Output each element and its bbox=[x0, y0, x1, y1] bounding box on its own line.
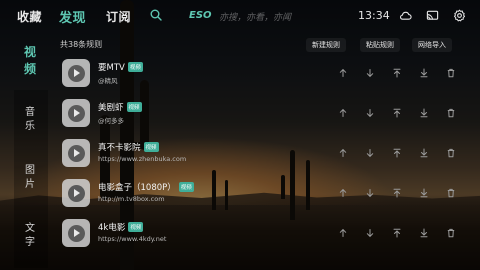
arrow-down-icon[interactable] bbox=[365, 148, 375, 158]
arrow-down-icon[interactable] bbox=[365, 68, 375, 78]
search-input[interactable]: 亦搜，亦看，亦闻 bbox=[219, 10, 291, 23]
rule-row[interactable]: 4k电影 视频 https://www.4kdy.net bbox=[60, 215, 470, 253]
rule-name[interactable]: 美剧虾 视频 bbox=[98, 101, 142, 113]
rule-thumbnail[interactable] bbox=[62, 59, 90, 87]
category-video-char-1: 视 bbox=[23, 45, 36, 59]
rule-type-badge: 视频 bbox=[128, 222, 144, 232]
category-image-char-1: 图 bbox=[25, 165, 35, 176]
rule-thumbnail[interactable] bbox=[62, 219, 90, 247]
category-image-char-2: 片 bbox=[25, 179, 35, 190]
paste-rule-button[interactable]: 粘贴规则 bbox=[360, 38, 400, 52]
rule-source: @何多多 bbox=[98, 117, 124, 125]
rule-source: @精风 bbox=[98, 77, 118, 85]
tab-subscribe[interactable]: 订阅 bbox=[106, 8, 131, 25]
import-rule-button[interactable]: 网络导入 bbox=[412, 38, 452, 52]
cloud-icon[interactable] bbox=[399, 9, 412, 22]
rule-name-text: 要MTV bbox=[98, 63, 125, 73]
rule-type-badge: 视频 bbox=[127, 62, 143, 72]
rule-type-badge: 视频 bbox=[126, 102, 142, 112]
rule-name[interactable]: 电影盒子（1080P） 视频 bbox=[98, 181, 194, 193]
rule-row[interactable]: 真不卡影院 视频 https://www.zhenbuka.com bbox=[60, 135, 470, 173]
move-to-top-icon[interactable] bbox=[392, 68, 402, 78]
gear-icon[interactable] bbox=[453, 9, 466, 22]
rule-count: 共38条规则 bbox=[60, 40, 103, 49]
trash-icon[interactable] bbox=[446, 108, 456, 118]
move-to-top-icon[interactable] bbox=[392, 228, 402, 238]
rule-thumbnail[interactable] bbox=[62, 139, 90, 167]
rule-thumbnail[interactable] bbox=[62, 179, 90, 207]
trash-icon[interactable] bbox=[446, 188, 456, 198]
rule-source: http://m.tv8box.com bbox=[98, 195, 165, 203]
category-video[interactable]: 视 频 bbox=[12, 44, 48, 78]
top-bar: 收藏 发现 订阅 ESO 亦搜，亦看，亦闻 13:34 bbox=[0, 0, 480, 32]
rule-name-text: 4k电影 bbox=[98, 223, 126, 233]
rule-thumbnail[interactable] bbox=[62, 99, 90, 127]
tab-discover[interactable]: 发现 bbox=[59, 7, 86, 26]
category-video-char-2: 频 bbox=[23, 62, 36, 76]
category-image[interactable]: 图 片 bbox=[12, 164, 48, 192]
trash-icon[interactable] bbox=[446, 148, 456, 158]
arrow-down-icon[interactable] bbox=[365, 188, 375, 198]
rule-row[interactable]: 电影盒子（1080P） 视频 http://m.tv8box.com bbox=[60, 175, 470, 213]
move-to-top-icon[interactable] bbox=[392, 108, 402, 118]
move-to-top-icon[interactable] bbox=[392, 188, 402, 198]
rule-row[interactable]: 美剧虾 视频 @何多多 bbox=[60, 95, 470, 133]
category-music[interactable]: 音 乐 bbox=[12, 106, 48, 134]
search-icon[interactable] bbox=[150, 9, 162, 21]
move-to-bottom-icon[interactable] bbox=[419, 148, 429, 158]
rule-name[interactable]: 4k电影 视频 bbox=[98, 221, 144, 233]
trash-icon[interactable] bbox=[446, 228, 456, 238]
rule-name[interactable]: 真不卡影院 视频 bbox=[98, 141, 159, 153]
category-music-char-2: 乐 bbox=[25, 121, 35, 132]
rule-type-badge: 视频 bbox=[178, 182, 194, 192]
arrow-up-icon[interactable] bbox=[338, 188, 348, 198]
move-to-top-icon[interactable] bbox=[392, 148, 402, 158]
clock: 13:34 bbox=[358, 9, 390, 22]
trash-icon[interactable] bbox=[446, 68, 456, 78]
rule-source: https://www.zhenbuka.com bbox=[98, 155, 187, 163]
play-icon bbox=[67, 104, 85, 122]
arrow-down-icon[interactable] bbox=[365, 228, 375, 238]
arrow-up-icon[interactable] bbox=[338, 108, 348, 118]
rule-name-text: 电影盒子（1080P） bbox=[98, 183, 176, 193]
rule-source: https://www.4kdy.net bbox=[98, 235, 167, 243]
rule-name[interactable]: 要MTV 视频 bbox=[98, 61, 143, 73]
tab-favorites[interactable]: 收藏 bbox=[17, 8, 42, 25]
rule-name-text: 美剧虾 bbox=[98, 103, 124, 113]
arrow-up-icon[interactable] bbox=[338, 148, 348, 158]
move-to-bottom-icon[interactable] bbox=[419, 68, 429, 78]
play-icon bbox=[67, 144, 85, 162]
new-rule-button[interactable]: 新建规则 bbox=[306, 38, 346, 52]
arrow-down-icon[interactable] bbox=[365, 108, 375, 118]
rule-type-badge: 视频 bbox=[143, 142, 159, 152]
move-to-bottom-icon[interactable] bbox=[419, 228, 429, 238]
category-text-char-1: 文 bbox=[25, 223, 35, 234]
play-icon bbox=[67, 224, 85, 242]
search-brand-label[interactable]: ESO bbox=[189, 10, 212, 21]
play-icon bbox=[67, 64, 85, 82]
rule-name-text: 真不卡影院 bbox=[98, 143, 141, 153]
move-to-bottom-icon[interactable] bbox=[419, 188, 429, 198]
rule-row[interactable]: 要MTV 视频 @精风 bbox=[60, 55, 470, 93]
move-to-bottom-icon[interactable] bbox=[419, 108, 429, 118]
cast-icon[interactable] bbox=[426, 9, 439, 22]
arrow-up-icon[interactable] bbox=[338, 68, 348, 78]
category-text-char-2: 字 bbox=[25, 237, 35, 248]
play-icon bbox=[67, 184, 85, 202]
category-music-char-1: 音 bbox=[25, 107, 35, 118]
arrow-up-icon[interactable] bbox=[338, 228, 348, 238]
category-text[interactable]: 文 字 bbox=[12, 222, 48, 250]
